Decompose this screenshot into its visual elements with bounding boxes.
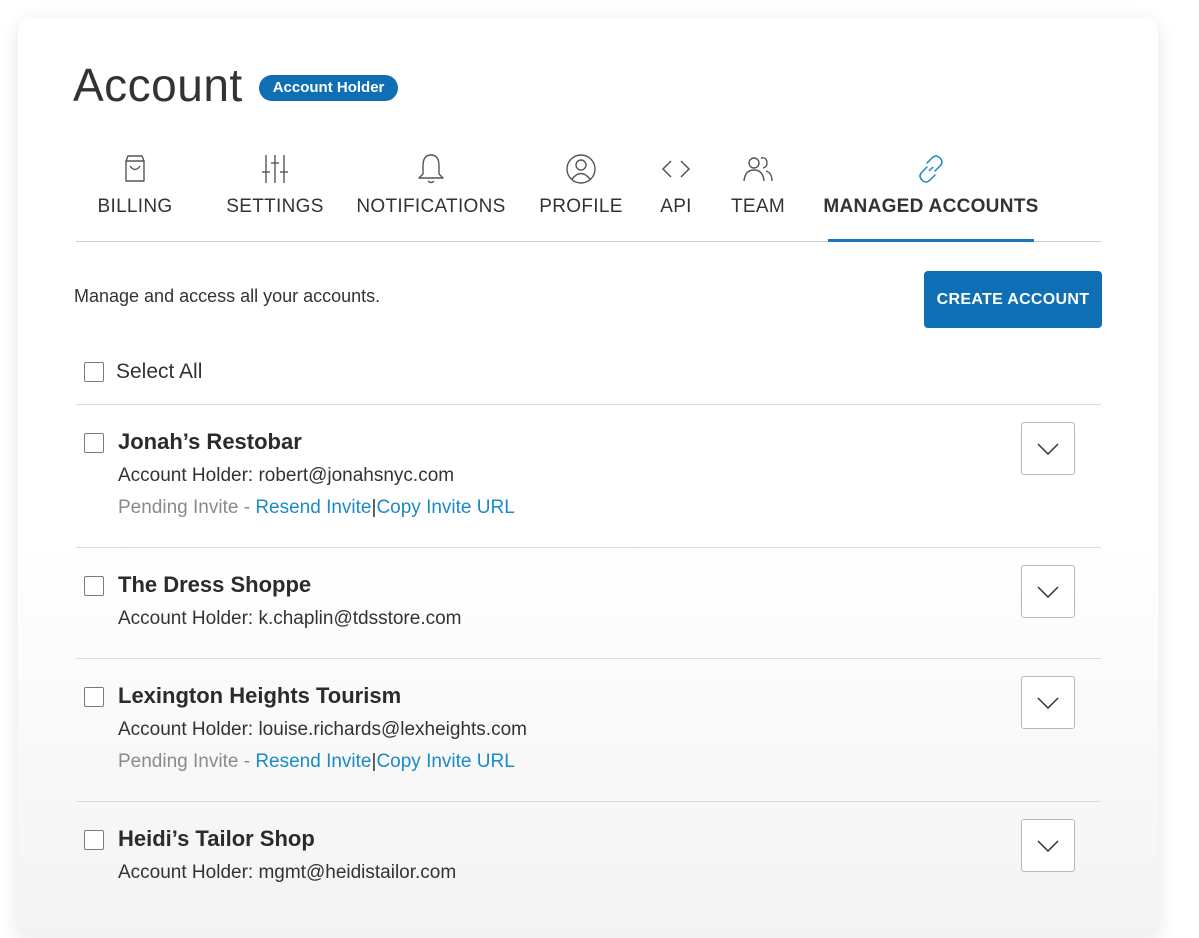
account-row: Heidi’s Tailor Shop Account Holder: mgmt…	[76, 801, 1101, 922]
user-circle-icon	[566, 154, 596, 184]
expand-button[interactable]	[1021, 819, 1075, 872]
tab-label: API	[660, 196, 692, 217]
tab-managed-accounts[interactable]: MANAGED ACCOUNTS	[823, 148, 1038, 242]
pending-invite-label: Pending Invite -	[118, 497, 256, 518]
account-row: Jonah’s Restobar Account Holder: robert@…	[76, 404, 1101, 548]
account-holder: Account Holder: mgmt@heidistailor.com	[118, 862, 457, 883]
tab-label: MANAGED ACCOUNTS	[823, 196, 1039, 217]
tab-notifications[interactable]: NOTIFICATIONS	[342, 148, 520, 241]
expand-button[interactable]	[1021, 676, 1075, 729]
tab-label: SETTINGS	[226, 196, 324, 217]
page-title: Account	[73, 59, 243, 111]
account-name: Heidi’s Tailor Shop	[118, 826, 315, 851]
account-name: The Dress Shoppe	[118, 572, 312, 597]
tab-label: BILLING	[97, 196, 173, 217]
resend-invite-link[interactable]: Resend Invite	[255, 497, 371, 518]
expand-button[interactable]	[1021, 422, 1075, 475]
expand-button[interactable]	[1021, 565, 1075, 618]
invite-status: Pending Invite - Resend Invite|Copy Invi…	[118, 497, 515, 519]
tab-label: TEAM	[731, 196, 785, 217]
tab-label: NOTIFICATIONS	[356, 196, 506, 217]
chevron-down-icon	[1037, 585, 1059, 598]
copy-invite-url-link[interactable]: Copy Invite URL	[376, 751, 514, 772]
account-name: Lexington Heights Tourism	[118, 683, 402, 708]
invite-status: Pending Invite - Resend Invite|Copy Invi…	[118, 751, 515, 773]
link-icon	[919, 155, 943, 183]
account-row: The Dress Shoppe Account Holder: k.chapl…	[76, 547, 1101, 658]
tab-billing[interactable]: BILLING	[80, 148, 190, 241]
copy-invite-url-link[interactable]: Copy Invite URL	[376, 497, 514, 518]
account-card: Account Account Holder BILLING SETTINGS	[18, 18, 1158, 938]
chevron-down-icon	[1037, 442, 1059, 455]
select-all-label: Select All	[116, 360, 203, 383]
code-icon	[661, 160, 691, 178]
select-all-checkbox[interactable]	[84, 362, 104, 382]
account-holder: Account Holder: robert@jonahsnyc.com	[118, 465, 455, 486]
role-badge: Account Holder	[258, 75, 399, 101]
tab-team[interactable]: TEAM	[718, 148, 798, 241]
bell-icon	[418, 154, 444, 184]
tab-label: PROFILE	[539, 196, 623, 217]
tab-settings[interactable]: SETTINGS	[208, 148, 342, 241]
chevron-down-icon	[1037, 839, 1059, 852]
tab-profile[interactable]: PROFILE	[526, 148, 636, 241]
account-holder: Account Holder: louise.richards@lexheigh…	[118, 719, 527, 740]
tab-api[interactable]: API	[642, 148, 710, 241]
account-holder: Account Holder: k.chaplin@tdsstore.com	[118, 608, 462, 629]
title-row: Account Account Holder	[73, 59, 399, 111]
account-checkbox[interactable]	[84, 433, 104, 453]
sliders-icon	[262, 155, 288, 183]
select-all: Select All	[84, 360, 202, 384]
intro-text: Manage and access all your accounts.	[74, 286, 381, 306]
account-checkbox[interactable]	[84, 687, 104, 707]
account-checkbox[interactable]	[84, 576, 104, 596]
create-account-button[interactable]: CREATE ACCOUNT	[924, 271, 1102, 328]
account-name: Jonah’s Restobar	[118, 429, 302, 454]
team-icon	[743, 157, 773, 182]
account-checkbox[interactable]	[84, 830, 104, 850]
pending-invite-label: Pending Invite -	[118, 751, 256, 772]
bag-icon	[125, 155, 145, 182]
chevron-down-icon	[1037, 696, 1059, 709]
account-row: Lexington Heights Tourism Account Holder…	[76, 658, 1101, 802]
resend-invite-link[interactable]: Resend Invite	[255, 751, 371, 772]
tab-bar: BILLING SETTINGS NOTIFICATIONS PROFILE A…	[76, 148, 1101, 242]
